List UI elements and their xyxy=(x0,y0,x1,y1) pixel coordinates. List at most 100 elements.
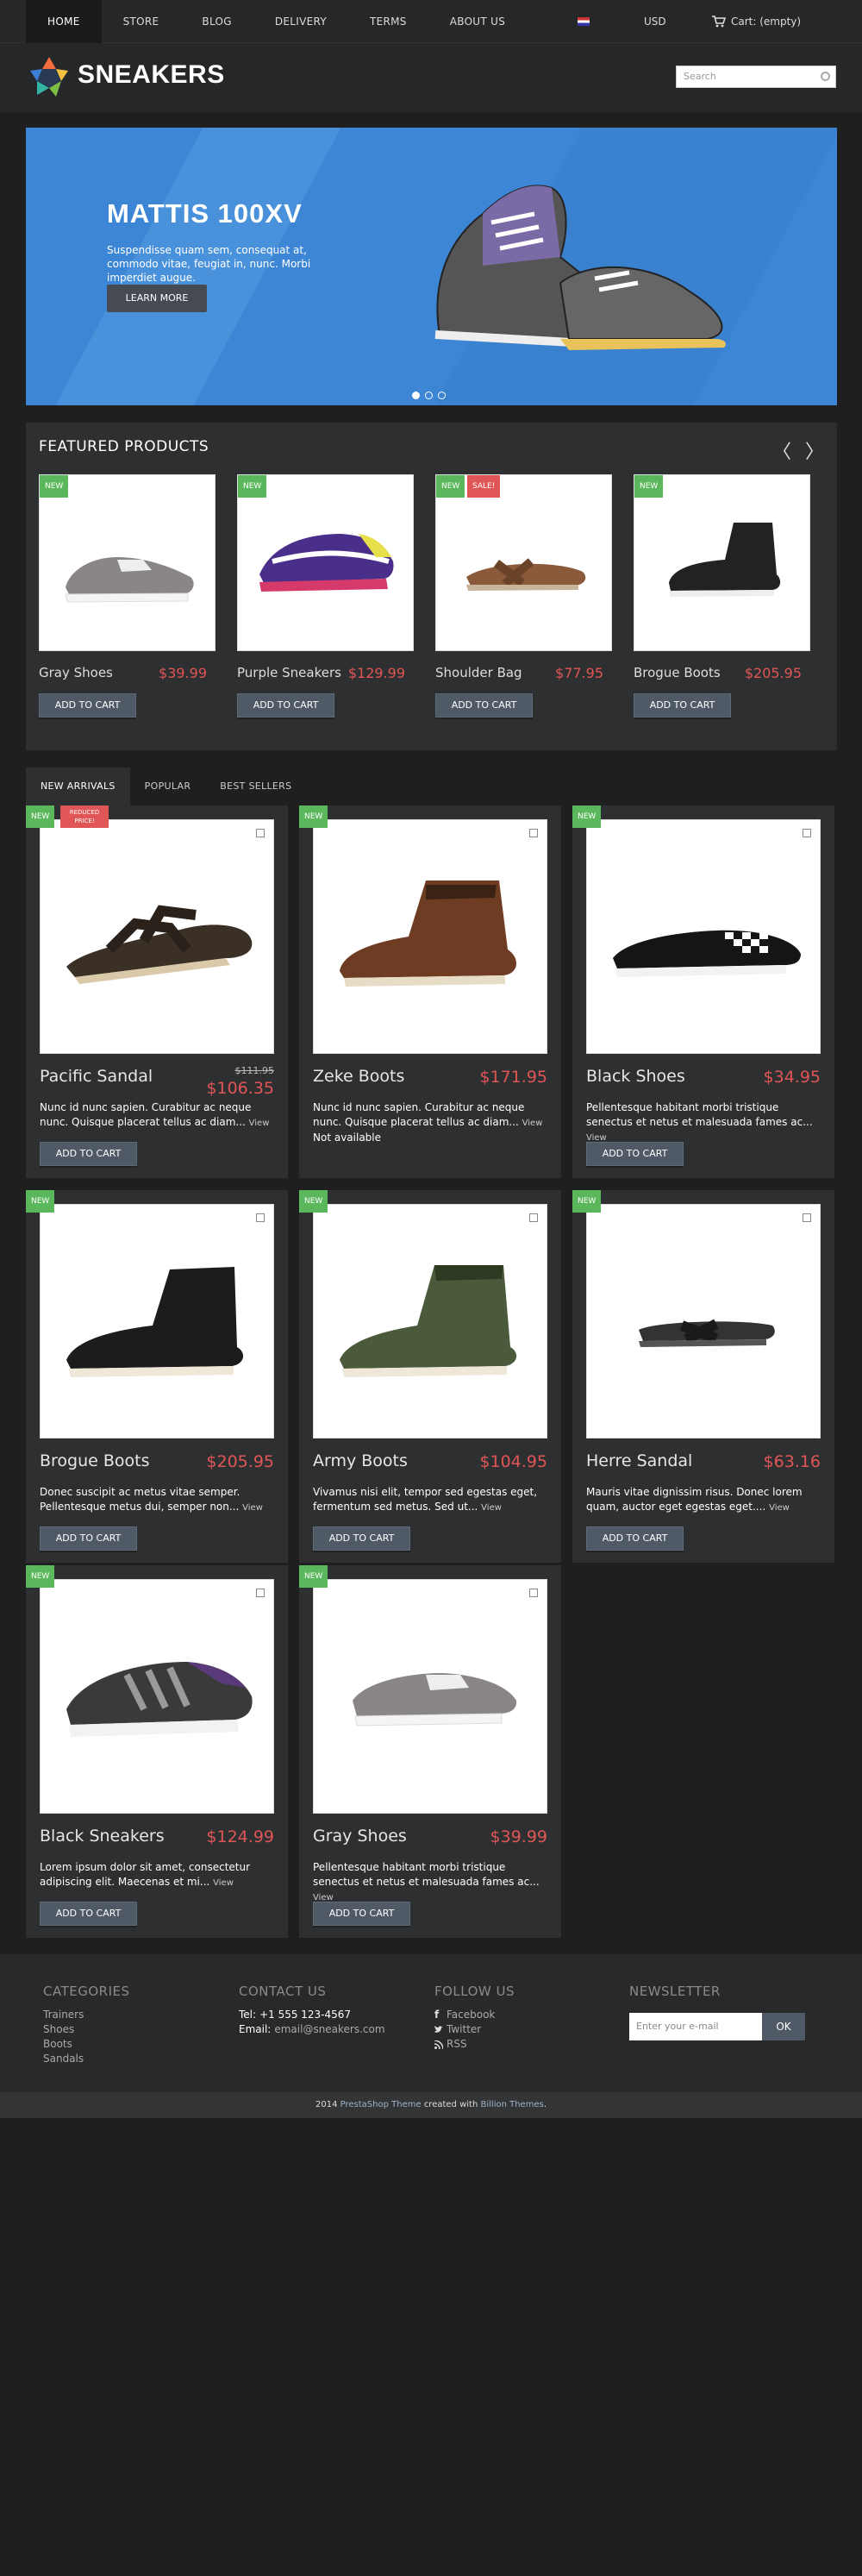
product-name[interactable]: Herre Sandal xyxy=(586,1451,692,1470)
cart-link[interactable]: Cart: (empty) xyxy=(712,0,801,43)
brand-name[interactable]: SNEAKERS xyxy=(78,60,225,90)
product-name[interactable]: Black Sneakers xyxy=(40,1827,165,1846)
compare-checkbox[interactable] xyxy=(803,829,811,837)
view-link[interactable]: View xyxy=(481,1503,502,1513)
next-arrow-icon[interactable]: 〉 xyxy=(805,436,824,464)
nav-about-us[interactable]: ABOUT US xyxy=(428,0,527,43)
product-image[interactable] xyxy=(40,1204,274,1438)
currency-selector[interactable]: USD xyxy=(644,0,666,43)
featured-product-card[interactable]: NEW Purple Sneakers $129.99 ADD TO CART xyxy=(237,474,414,718)
category-link[interactable]: Trainers xyxy=(43,2008,130,2022)
product-name[interactable]: Zeke Boots xyxy=(313,1067,404,1086)
product-image[interactable]: NEW xyxy=(634,474,810,651)
product-card[interactable]: NEW Brogue Boots $205.95 Donec suscipit … xyxy=(26,1190,288,1563)
tab-popular[interactable]: POPULAR xyxy=(130,768,206,805)
view-link[interactable]: View xyxy=(242,1503,263,1513)
search-input[interactable]: Search xyxy=(676,66,836,88)
product-name[interactable]: Purple Sneakers xyxy=(237,665,341,680)
facebook-link[interactable]: f Facebook xyxy=(434,2008,515,2022)
product-name[interactable]: Black Shoes xyxy=(586,1067,685,1086)
add-to-cart-button[interactable]: ADD TO CART xyxy=(586,1142,684,1166)
product-card[interactable]: NEW Black Shoes $34.95 Pellentesque habi… xyxy=(572,805,834,1178)
add-to-cart-button[interactable]: ADD TO CART xyxy=(237,693,334,718)
category-link[interactable]: Boots xyxy=(43,2037,130,2052)
view-link[interactable]: View xyxy=(249,1119,270,1128)
compare-checkbox[interactable] xyxy=(529,1589,538,1597)
add-to-cart-button[interactable]: ADD TO CART xyxy=(40,1526,137,1551)
view-link[interactable]: View xyxy=(522,1119,543,1128)
product-card[interactable]: NEW REDUCED PRICE! Pacific Sandal $111.9… xyxy=(26,805,288,1178)
product-image[interactable] xyxy=(40,819,274,1054)
compare-checkbox[interactable] xyxy=(256,1589,265,1597)
product-card[interactable]: NEW Herre Sandal $63.16 Mauris vitae dig… xyxy=(572,1190,834,1563)
product-image[interactable] xyxy=(40,1579,274,1814)
product-image[interactable] xyxy=(586,1204,821,1438)
product-image[interactable]: NEW xyxy=(237,474,414,651)
category-link[interactable]: Sandals xyxy=(43,2052,130,2066)
product-card[interactable]: NEW Gray Shoes $39.99 Pellentesque habit… xyxy=(299,1565,561,1938)
email-label: Email: xyxy=(239,2023,272,2035)
product-image[interactable] xyxy=(313,819,547,1054)
product-image[interactable] xyxy=(586,819,821,1054)
add-to-cart-button[interactable]: ADD TO CART xyxy=(313,1902,410,1926)
slider-dot[interactable] xyxy=(438,392,446,399)
us-flag-icon[interactable] xyxy=(578,17,590,26)
follow-title: FOLLOW US xyxy=(434,1984,515,1999)
featured-product-card[interactable]: NEW SALE! Shoulder Bag $77.95 ADD TO CAR… xyxy=(435,474,612,718)
product-name[interactable]: Brogue Boots xyxy=(634,665,721,680)
newsletter-ok-button[interactable]: OK xyxy=(762,2013,805,2040)
prev-arrow-icon[interactable]: 〈 xyxy=(772,436,791,464)
learn-more-button[interactable]: LEARN MORE xyxy=(107,285,207,312)
add-to-cart-button[interactable]: ADD TO CART xyxy=(634,693,731,718)
product-name[interactable]: Army Boots xyxy=(313,1451,408,1470)
compare-checkbox[interactable] xyxy=(803,1213,811,1222)
add-to-cart-button[interactable]: ADD TO CART xyxy=(40,1902,137,1926)
category-link[interactable]: Shoes xyxy=(43,2022,130,2037)
author-link[interactable]: Billion Themes xyxy=(481,2100,544,2109)
gray-shoe-image xyxy=(353,1673,517,1727)
slider-dot[interactable] xyxy=(425,392,433,399)
search-icon[interactable] xyxy=(821,72,830,81)
compare-checkbox[interactable] xyxy=(529,1213,538,1222)
description-text: Nunc id nunc sapien. Curabitur ac neque … xyxy=(313,1101,525,1128)
product-card[interactable]: NEW Army Boots $104.95 Vivamus nisi elit… xyxy=(299,1190,561,1563)
email-link[interactable]: email@sneakers.com xyxy=(274,2022,384,2037)
logo-icon[interactable] xyxy=(30,57,68,98)
view-link[interactable]: View xyxy=(213,1878,234,1888)
compare-checkbox[interactable] xyxy=(529,829,538,837)
add-to-cart-button[interactable]: ADD TO CART xyxy=(435,693,533,718)
product-card[interactable]: NEW Black Sneakers $124.99 Lorem ipsum d… xyxy=(26,1565,288,1938)
compare-checkbox[interactable] xyxy=(256,1213,265,1222)
product-name[interactable]: Brogue Boots xyxy=(40,1451,150,1470)
nav-store[interactable]: STORE xyxy=(102,0,181,43)
slider-dot[interactable] xyxy=(412,392,420,399)
add-to-cart-button[interactable]: ADD TO CART xyxy=(586,1526,684,1551)
nav-blog[interactable]: BLOG xyxy=(180,0,253,43)
cart-icon xyxy=(712,16,726,28)
product-name[interactable]: Gray Shoes xyxy=(313,1827,407,1846)
featured-product-card[interactable]: NEW Brogue Boots $205.95 ADD TO CART xyxy=(634,474,810,718)
tab-new-arrivals[interactable]: NEW ARRIVALS xyxy=(26,768,130,805)
product-image[interactable]: NEW xyxy=(39,474,216,651)
add-to-cart-button[interactable]: ADD TO CART xyxy=(40,1142,137,1166)
nav-home[interactable]: HOME xyxy=(26,0,102,43)
product-name[interactable]: Gray Shoes xyxy=(39,665,113,680)
compare-checkbox[interactable] xyxy=(256,829,265,837)
twitter-link[interactable]: Twitter xyxy=(434,2022,515,2037)
view-link[interactable]: View xyxy=(769,1503,790,1513)
product-image[interactable] xyxy=(313,1204,547,1438)
nav-delivery[interactable]: DELIVERY xyxy=(253,0,348,43)
featured-product-card[interactable]: NEW Gray Shoes $39.99 ADD TO CART xyxy=(39,474,216,718)
add-to-cart-button[interactable]: ADD TO CART xyxy=(39,693,136,718)
add-to-cart-button[interactable]: ADD TO CART xyxy=(313,1526,410,1551)
product-name[interactable]: Shoulder Bag xyxy=(435,665,522,680)
product-image[interactable] xyxy=(313,1579,547,1814)
tab-best-sellers[interactable]: BEST SELLERS xyxy=(205,768,306,805)
prestashop-link[interactable]: PrestaShop Theme xyxy=(340,2100,422,2109)
product-image[interactable]: NEW SALE! xyxy=(435,474,612,651)
nav-terms[interactable]: TERMS xyxy=(348,0,428,43)
product-card[interactable]: NEW Zeke Boots $171.95 Nunc id nunc sapi… xyxy=(299,805,561,1178)
rss-link[interactable]: RSS xyxy=(434,2037,515,2052)
product-name[interactable]: Pacific Sandal xyxy=(40,1067,153,1086)
newsletter-email-input[interactable]: Enter your e-mail xyxy=(629,2013,762,2040)
